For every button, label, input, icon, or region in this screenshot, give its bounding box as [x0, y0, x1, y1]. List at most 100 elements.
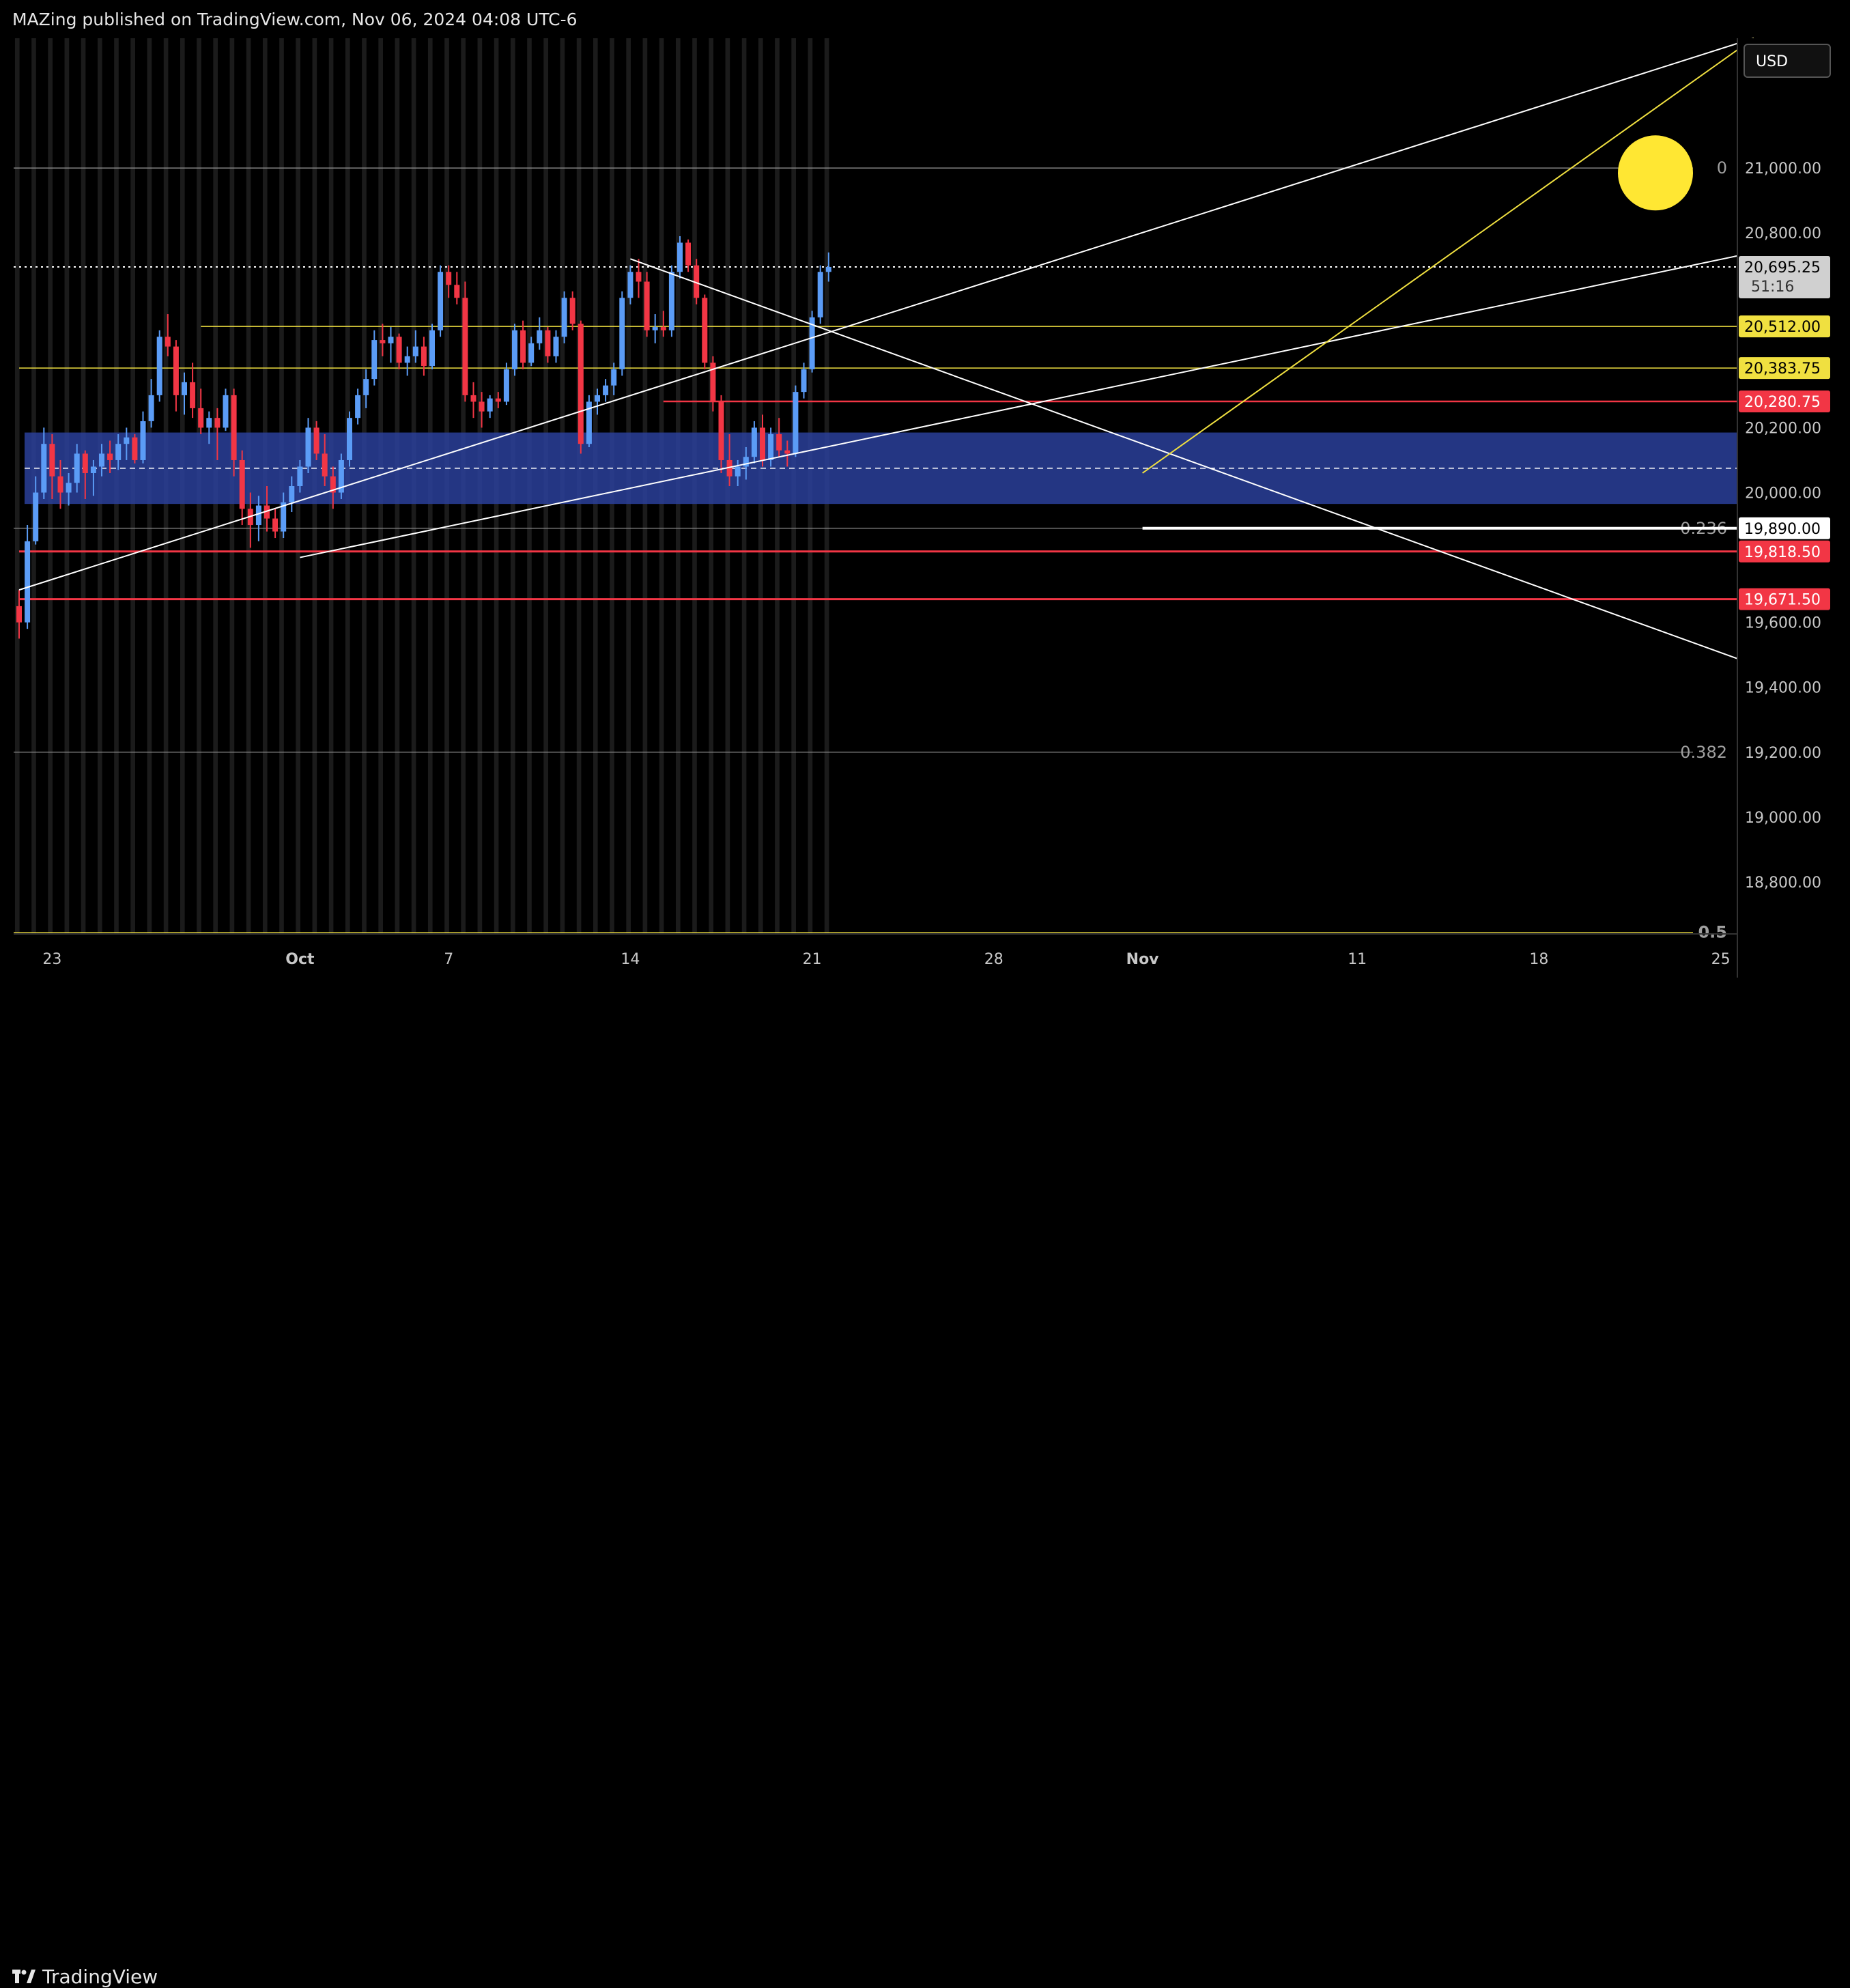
candle-body — [140, 421, 146, 460]
candle-body — [124, 437, 130, 444]
price-tag: 20,512.00 — [1739, 315, 1830, 338]
candle-body — [702, 298, 708, 363]
candle-body — [132, 437, 138, 460]
candle-body — [223, 395, 229, 428]
candle-body — [784, 450, 791, 454]
price-tag-label: 20,280.75 — [1744, 394, 1821, 411]
candle — [156, 330, 162, 402]
currency-selector[interactable]: USD — [1744, 44, 1831, 78]
price-tag-label: 20,383.75 — [1744, 360, 1821, 378]
candle-body — [396, 337, 402, 363]
candle-body — [470, 395, 476, 402]
candle-body — [66, 483, 72, 493]
candle-body — [768, 434, 774, 460]
price-tag: 20,280.75 — [1739, 390, 1830, 413]
candle-body — [297, 466, 303, 486]
x-tick-label: 18 — [1529, 951, 1548, 968]
y-tick-label: 21,000.00 — [1745, 160, 1821, 178]
candle-body — [652, 327, 658, 330]
price-tag: 19,818.50 — [1739, 540, 1830, 563]
candle-body — [421, 346, 427, 367]
candle-body — [611, 369, 617, 386]
candle-body — [603, 385, 609, 395]
candle-body — [718, 401, 724, 460]
candle-body — [512, 330, 517, 369]
candle-body — [272, 518, 279, 532]
candle-body — [305, 427, 311, 467]
candle-body — [735, 466, 741, 477]
x-tick-label: 23 — [42, 951, 61, 968]
candle — [817, 265, 823, 324]
x-tick-label: 14 — [621, 951, 640, 968]
candle-body — [545, 330, 551, 356]
candle — [644, 272, 650, 337]
candle-body — [206, 418, 212, 428]
fib-level-label: 0.5 — [1698, 923, 1727, 942]
candle-body — [569, 298, 575, 324]
y-tick-label: 20,000.00 — [1745, 485, 1821, 502]
candle-body — [454, 285, 460, 298]
candle-body — [355, 395, 361, 418]
candle — [668, 265, 674, 337]
candle-body — [412, 346, 418, 356]
candle-body — [74, 453, 80, 483]
candle-body — [578, 324, 584, 444]
candle-body — [90, 466, 96, 473]
candle-body — [429, 330, 435, 367]
x-tick-label: 7 — [444, 951, 453, 968]
price-tag-label: 19,818.50 — [1744, 544, 1821, 561]
candle-body — [347, 418, 352, 460]
candle-body — [760, 427, 765, 460]
candle-body — [537, 330, 543, 343]
candle-body — [363, 379, 369, 395]
candle-body — [677, 242, 683, 272]
candle-body — [289, 486, 295, 502]
price-chart[interactable]: 00.2360.3820.521,000.0020,800.0020,200.0… — [0, 0, 1850, 1025]
candle-body — [380, 340, 386, 343]
candle — [347, 411, 352, 467]
fib-level-label: 0.382 — [1680, 743, 1727, 762]
x-tick-label: Oct — [285, 951, 315, 968]
y-tick-label: 19,000.00 — [1745, 810, 1821, 827]
candle-body — [561, 298, 567, 337]
price-tag: 20,383.75 — [1739, 357, 1830, 380]
fib-level-label: 0 — [1717, 158, 1727, 178]
candle-body — [619, 298, 625, 369]
candle — [578, 320, 584, 454]
candle-body — [487, 398, 493, 412]
candle — [462, 281, 468, 402]
candle-body — [165, 337, 171, 347]
candle-body — [462, 298, 468, 395]
candle-body — [255, 505, 261, 526]
x-tick-label: 25 — [1711, 951, 1731, 968]
candle — [438, 265, 444, 337]
sun-marker — [1618, 135, 1693, 211]
candle-body — [793, 392, 799, 454]
candle-body — [404, 356, 410, 363]
candle-body — [636, 272, 642, 282]
candle-body — [82, 453, 88, 473]
y-tick-label: 19,200.00 — [1745, 745, 1821, 762]
y-tick-label: 18,800.00 — [1745, 875, 1821, 892]
y-tick-label: 20,200.00 — [1745, 420, 1821, 437]
candle — [793, 385, 799, 457]
candle-body — [371, 340, 378, 380]
candle-body — [49, 444, 55, 477]
candle-body — [668, 272, 674, 330]
candle-body — [239, 459, 245, 509]
candle-body — [685, 242, 692, 266]
x-tick-label: 11 — [1348, 951, 1367, 968]
candle-body — [553, 337, 559, 356]
candle-body — [25, 541, 31, 623]
candle — [619, 291, 625, 376]
price-tag: 19,890.00 — [1739, 517, 1830, 539]
candle — [512, 324, 517, 376]
candle-body — [503, 369, 509, 402]
y-tick-label: 19,600.00 — [1745, 615, 1821, 632]
candle — [561, 291, 567, 343]
tradingview-logo-icon — [12, 1969, 35, 1983]
candle-body — [627, 272, 634, 298]
tradingview-brand[interactable]: TradingView — [12, 1965, 158, 1988]
candle-body — [322, 453, 328, 477]
tradingview-wordmark: TradingView — [42, 1965, 158, 1988]
